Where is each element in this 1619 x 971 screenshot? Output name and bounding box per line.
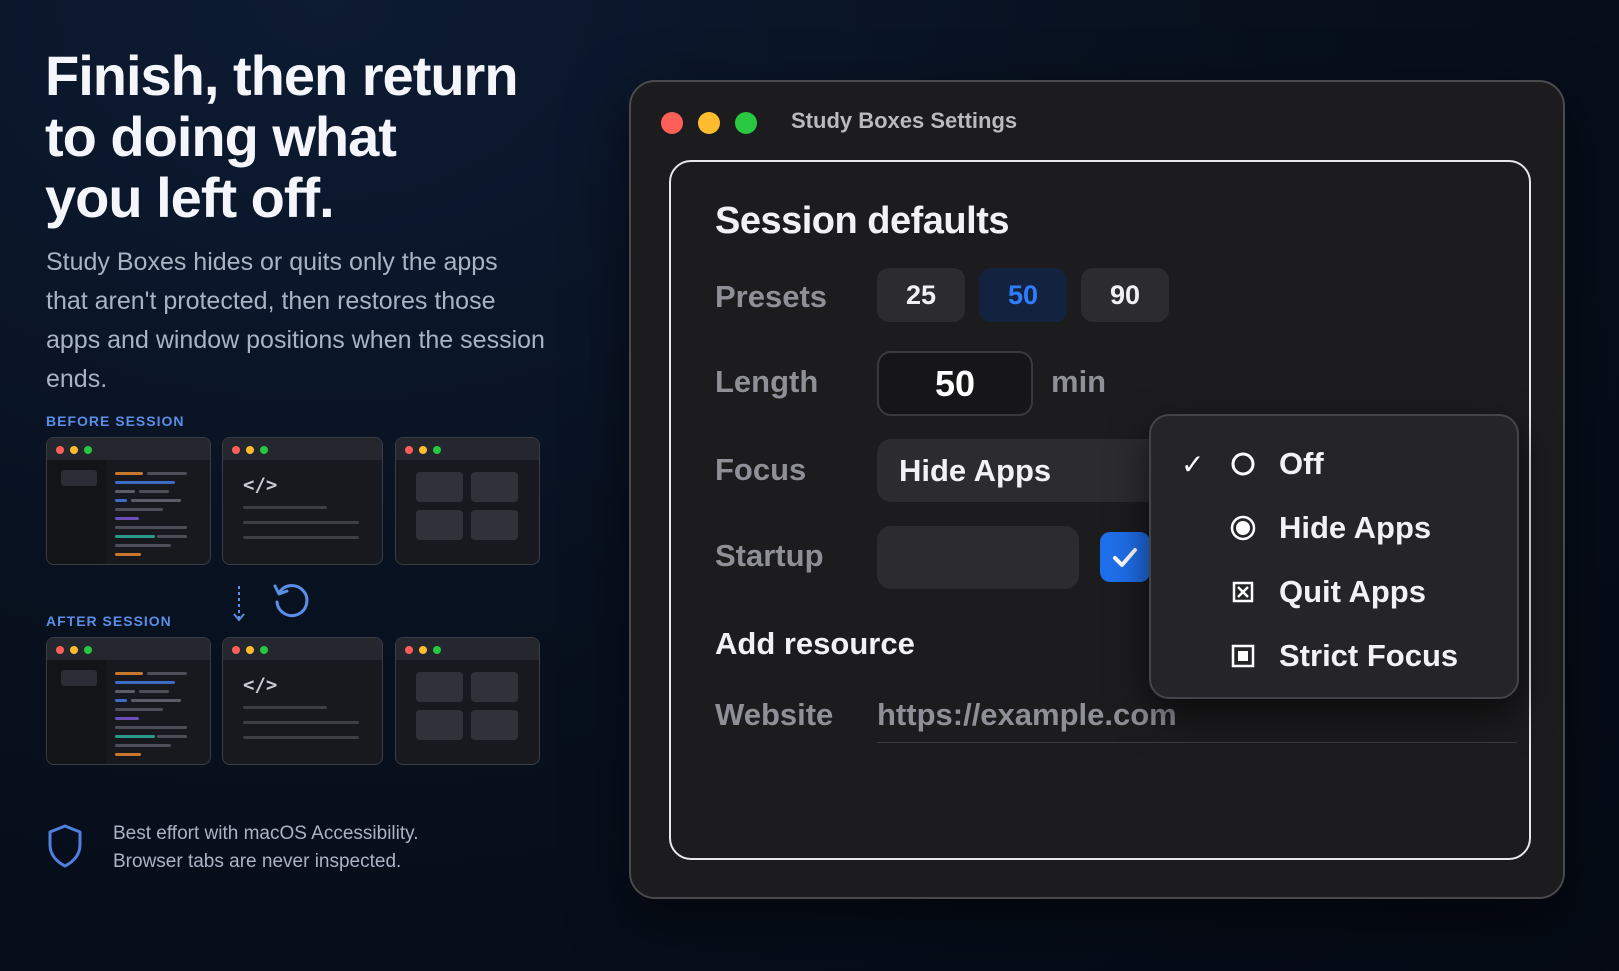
- panel-title: Session defaults: [715, 200, 1009, 242]
- hero-headline: Finish, then return to doing what you le…: [45, 45, 565, 228]
- arrow-down-icon: [233, 586, 245, 622]
- length-label: Length: [715, 364, 819, 399]
- after-editor-thumbnail: [46, 637, 211, 765]
- website-underline: [877, 742, 1517, 743]
- menu-item-strict-focus[interactable]: Strict Focus: [1151, 628, 1517, 684]
- menu-item-label: Hide Apps: [1279, 510, 1432, 545]
- minimize-button[interactable]: [698, 112, 720, 134]
- menu-item-hide-apps[interactable]: Hide Apps: [1151, 500, 1517, 556]
- menu-item-quit-apps[interactable]: Quit Apps: [1151, 564, 1517, 620]
- headline-line-2: to doing what: [45, 105, 397, 168]
- refresh-icon: [273, 584, 309, 618]
- after-grid-thumbnail: [395, 637, 540, 765]
- length-input[interactable]: 50: [877, 351, 1033, 416]
- presets-label: Presets: [715, 279, 828, 314]
- website-label: Website: [715, 697, 834, 732]
- circle-outline-icon: [1231, 452, 1255, 476]
- window-title: Study Boxes Settings: [791, 108, 1018, 133]
- headline-line-3: you left off.: [45, 166, 335, 229]
- shield-icon: [48, 824, 82, 868]
- add-resource-title: Add resource: [715, 626, 915, 661]
- focus-dropdown-menu: ✓ Off Hide Apps Quit Apps Strict Focus: [1149, 414, 1519, 699]
- footnote-line-1: Best effort with macOS Accessibility.: [113, 823, 419, 844]
- preset-25-button[interactable]: 25: [877, 268, 965, 322]
- startup-label: Startup: [715, 538, 824, 573]
- zoom-button[interactable]: [735, 112, 757, 134]
- menu-item-label: Off: [1279, 446, 1324, 481]
- code-icon: </>: [243, 674, 278, 696]
- before-editor-thumbnail: [46, 437, 211, 565]
- focus-label: Focus: [715, 452, 807, 487]
- startup-checkbox[interactable]: [1100, 532, 1150, 582]
- headline-line-1: Finish, then return: [45, 44, 519, 107]
- box-filled-icon: [1231, 644, 1255, 668]
- footnote-line-2: Browser tabs are never inspected.: [113, 851, 402, 872]
- checkmark-icon: ✓: [1181, 449, 1205, 480]
- code-icon: </>: [243, 474, 278, 496]
- hero-description: Study Boxes hides or quits only the apps…: [46, 248, 545, 393]
- before-grid-thumbnail: [395, 437, 540, 565]
- footnote-text: Best effort with macOS Accessibility. Br…: [113, 820, 419, 876]
- preset-50-button[interactable]: 50: [979, 268, 1067, 322]
- checkmark-icon: [1113, 548, 1137, 567]
- website-input[interactable]: https://example.com: [877, 697, 1177, 733]
- close-button[interactable]: [661, 112, 683, 134]
- menu-item-label: Quit Apps: [1279, 574, 1426, 609]
- before-session-label: BEFORE SESSION: [46, 413, 185, 429]
- radio-filled-icon: [1230, 515, 1256, 541]
- before-code-thumbnail: </>: [222, 437, 383, 565]
- menu-item-off[interactable]: ✓ Off: [1151, 436, 1517, 492]
- box-x-icon: [1232, 581, 1254, 603]
- after-session-label: AFTER SESSION: [46, 613, 172, 629]
- length-unit: min: [1051, 364, 1107, 399]
- focus-select[interactable]: Hide Apps: [877, 439, 1177, 502]
- menu-item-label: Strict Focus: [1279, 638, 1459, 673]
- startup-field[interactable]: [877, 526, 1079, 589]
- preset-90-button[interactable]: 90: [1081, 268, 1169, 322]
- after-code-thumbnail: </>: [222, 637, 383, 765]
- window-controls: [661, 112, 757, 134]
